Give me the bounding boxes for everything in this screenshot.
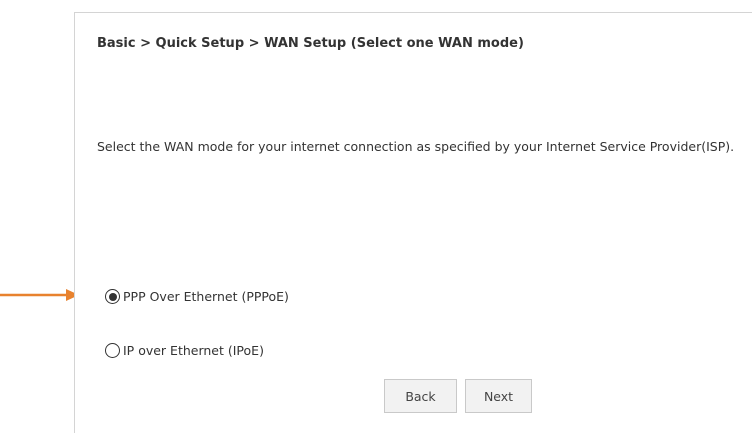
back-button[interactable]: Back — [384, 379, 457, 413]
wan-mode-option-ipoe[interactable]: IP over Ethernet (IPoE) — [105, 343, 264, 358]
ipoe-radio[interactable] — [105, 343, 120, 358]
page: Basic > Quick Setup > WAN Setup (Select … — [0, 0, 752, 433]
ipoe-label: IP over Ethernet (IPoE) — [123, 343, 264, 358]
button-row: Back Next — [384, 379, 532, 413]
pppoe-radio[interactable] — [105, 289, 120, 304]
pppoe-label: PPP Over Ethernet (PPPoE) — [123, 289, 289, 304]
wan-mode-option-pppoe[interactable]: PPP Over Ethernet (PPPoE) — [105, 289, 289, 304]
next-button[interactable]: Next — [465, 379, 532, 413]
radio-selected-dot — [108, 292, 117, 301]
breadcrumb: Basic > Quick Setup > WAN Setup (Select … — [97, 36, 524, 51]
instruction-text: Select the WAN mode for your internet co… — [97, 139, 735, 154]
annotation-arrow-icon — [0, 289, 79, 301]
wan-setup-panel: Basic > Quick Setup > WAN Setup (Select … — [74, 12, 752, 433]
